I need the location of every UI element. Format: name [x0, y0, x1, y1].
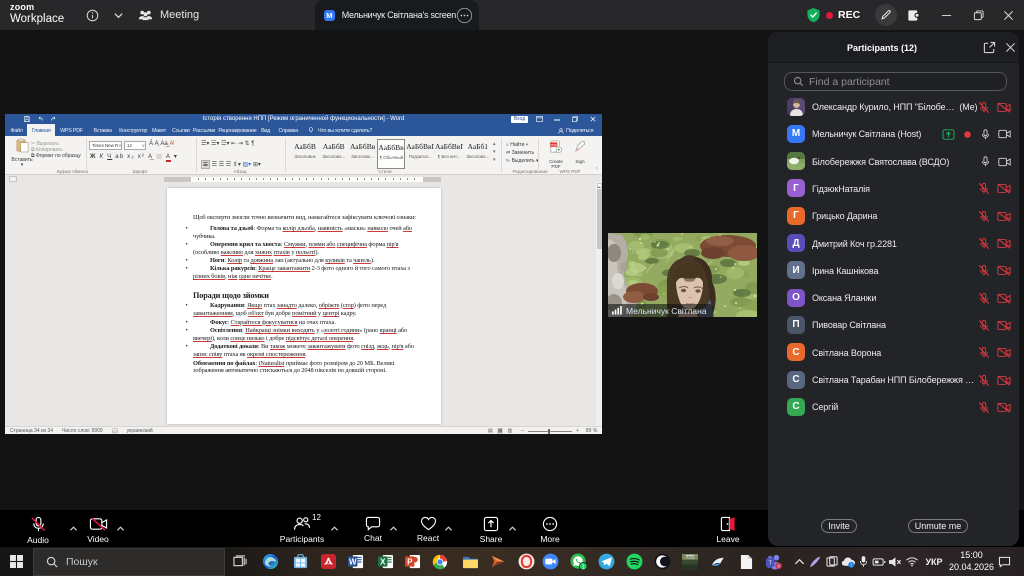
- svg-text:6: 6: [777, 564, 780, 570]
- svg-text:SNAP: SNAP: [686, 555, 695, 559]
- svg-text:W: W: [349, 557, 357, 566]
- svg-text:P: P: [407, 557, 413, 566]
- svg-text:i: i: [850, 562, 851, 567]
- svg-text:T: T: [768, 561, 772, 567]
- svg-text:X: X: [380, 557, 386, 566]
- svg-text:1: 1: [581, 564, 584, 570]
- svg-text:PDF: PDF: [550, 143, 557, 147]
